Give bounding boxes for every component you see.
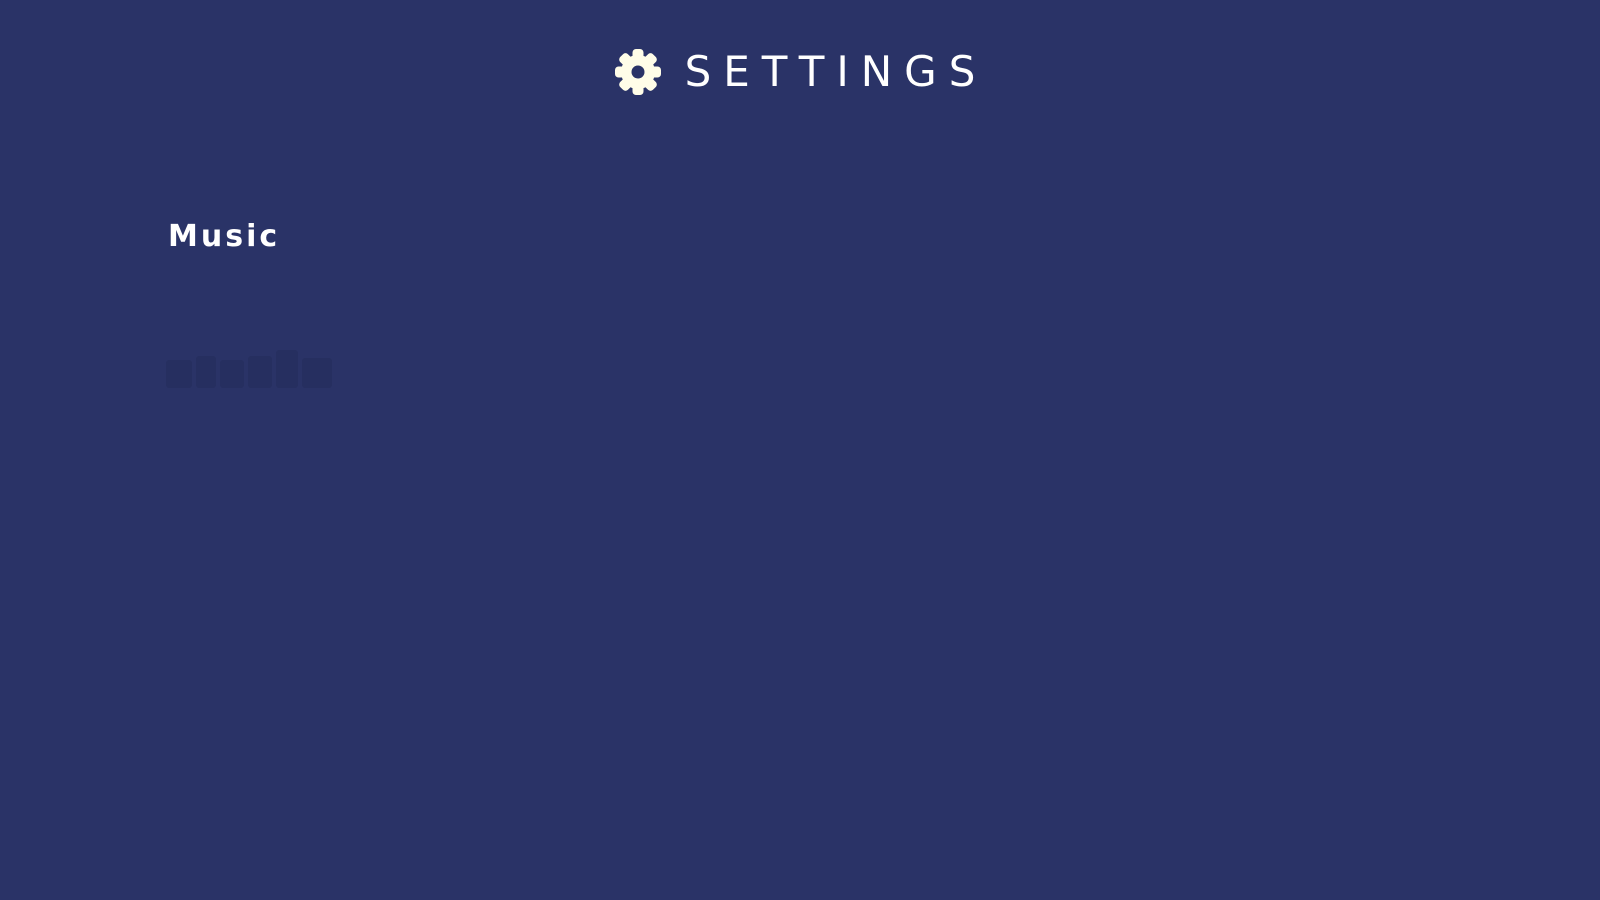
setting-label-music: Music <box>168 219 281 254</box>
page-title: SETTINGS <box>684 47 988 96</box>
setting-row-music[interactable]: Music <box>168 222 280 252</box>
music-toggle-control[interactable] <box>166 346 342 396</box>
settings-screen: SETTINGS Music <box>0 0 1600 900</box>
gear-icon <box>613 47 663 97</box>
settings-header: SETTINGS <box>0 44 1600 100</box>
